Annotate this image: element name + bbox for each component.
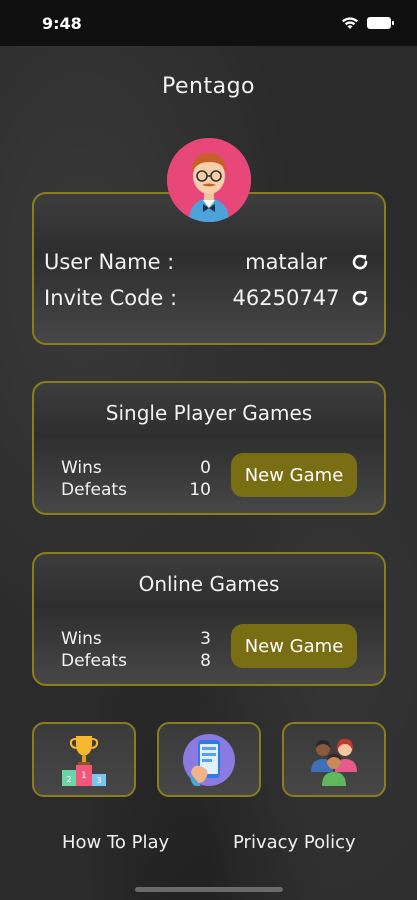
online-wins-row: Wins 3 [61,628,211,650]
single-wins-row: Wins 0 [61,457,211,479]
refresh-username-icon[interactable] [348,250,372,274]
status-icons [341,16,394,30]
user-name-value: matalar [245,250,327,274]
wins-value: 0 [200,458,211,478]
wifi-icon [342,17,358,29]
status-bar: 9:48 [0,0,417,46]
online-stats: Wins 3 Defeats 8 [61,628,211,672]
refresh-invite-code-icon[interactable] [348,286,372,310]
single-player-card: Single Player Games Wins 0 Defeats 10 Ne… [32,381,386,515]
app-info-button[interactable] [157,722,261,797]
invite-code-value: 46250747 [232,286,340,310]
single-player-title: Single Player Games [105,401,313,425]
friends-icon [311,738,357,786]
defeats-label: Defeats [61,480,127,500]
defeats-value: 10 [189,480,211,500]
page-title: Pentago [162,74,255,99]
single-defeats-row: Defeats 10 [61,479,211,501]
avatar[interactable] [167,138,251,222]
single-player-stats: Wins 0 Defeats 10 [61,457,211,501]
online-new-game-button[interactable]: New Game [231,624,357,668]
home-indicator [135,887,283,892]
online-title: Online Games [138,572,280,596]
invite-code-row: Invite Code : 46250747 [44,286,372,310]
svg-text:3: 3 [96,776,101,785]
phone-app-icon [183,733,235,786]
user-avatar-icon [167,138,251,222]
online-defeats-row: Defeats 8 [61,650,211,672]
svg-text:2: 2 [66,775,71,784]
leaderboard-icon: 2 1 3 [62,735,106,786]
leaderboard-button[interactable]: 2 1 3 [32,722,136,797]
user-name-label: User Name : [44,250,175,274]
battery-icon [367,17,394,29]
user-name-row: User Name : matalar [44,250,372,274]
defeats-value: 8 [200,651,211,671]
wins-value: 3 [200,629,211,649]
wins-label: Wins [61,629,102,649]
status-time: 9:48 [42,13,82,33]
friends-button[interactable] [282,722,386,797]
invite-code-label: Invite Code : [44,286,178,310]
wins-label: Wins [61,458,102,478]
single-new-game-button[interactable]: New Game [231,453,357,497]
privacy-policy-link[interactable]: Privacy Policy [233,832,356,853]
defeats-label: Defeats [61,651,127,671]
online-card: Online Games Wins 3 Defeats 8 New Game [32,552,386,686]
how-to-play-link[interactable]: How To Play [62,832,169,853]
svg-text:1: 1 [81,771,87,781]
